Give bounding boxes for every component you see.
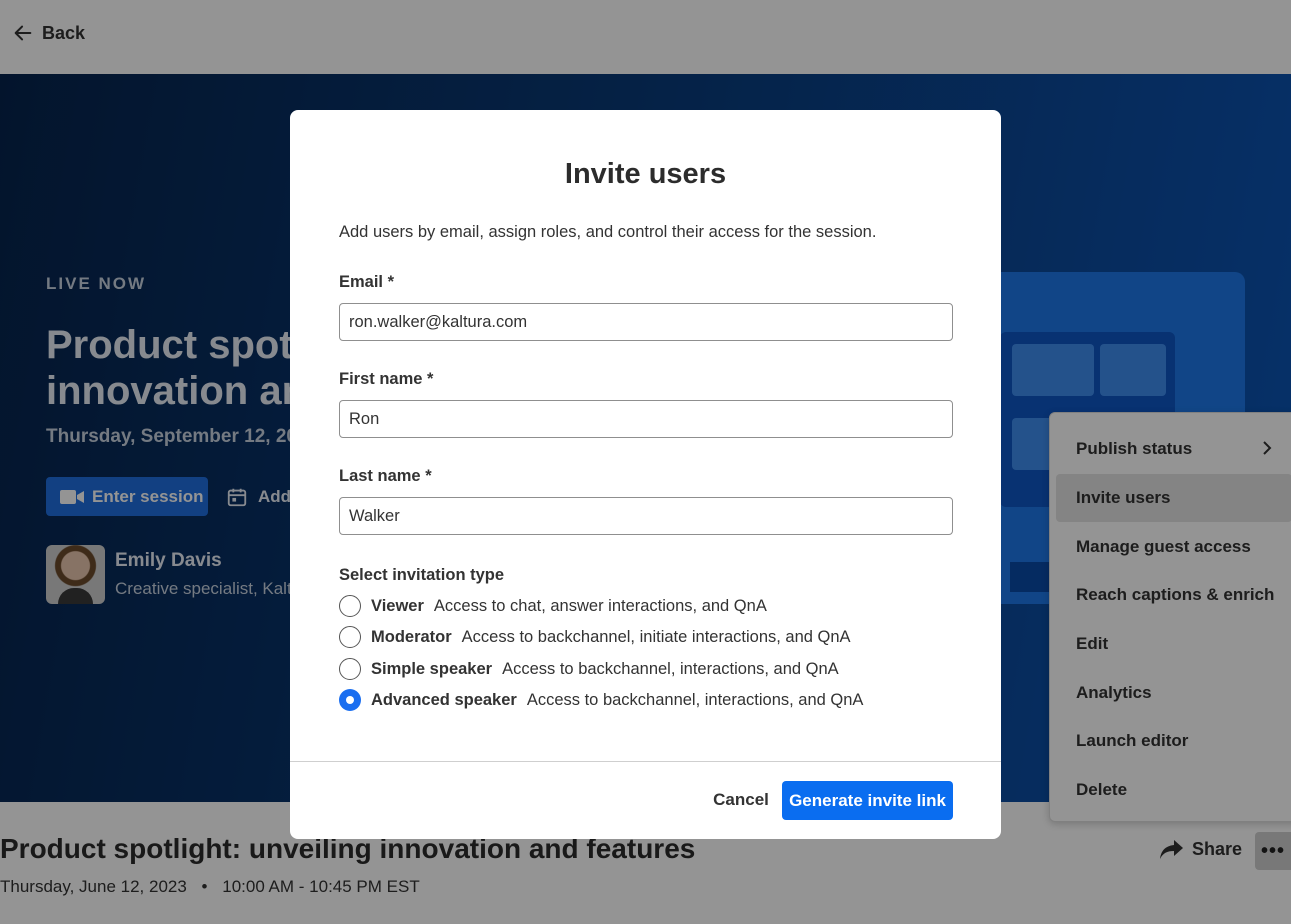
radio-button-selected[interactable]	[339, 689, 361, 711]
radio-option-description: Access to backchannel, initiate interact…	[461, 627, 851, 646]
radio-option-moderator[interactable]: Moderator Access to backchannel, initiat…	[339, 625, 851, 649]
email-field[interactable]	[339, 303, 953, 341]
dialog-title: Invite users	[564, 158, 727, 190]
invitation-type-label: Select invitation type	[339, 566, 505, 584]
last-name-label: Last name *	[339, 467, 432, 485]
radio-button[interactable]	[339, 626, 361, 648]
last-name-field[interactable]	[339, 497, 953, 535]
radio-option-description: Access to backchannel, interactions, and…	[526, 690, 864, 709]
dialog-footer-divider	[290, 761, 1001, 762]
radio-option-name: Simple speaker	[371, 659, 493, 678]
cancel-button[interactable]: Cancel	[701, 781, 781, 819]
radio-button[interactable]	[339, 658, 361, 680]
radio-option-description: Access to chat, answer interactions, and…	[433, 596, 767, 615]
radio-option-name: Moderator	[371, 627, 452, 646]
generate-invite-link-button[interactable]: Generate invite link	[782, 781, 953, 820]
radio-button[interactable]	[339, 595, 361, 617]
radio-option-name: Viewer	[371, 596, 424, 615]
radio-option-description: Access to backchannel, interactions, and…	[502, 659, 839, 678]
radio-option-advanced-speaker[interactable]: Advanced speaker Access to backchannel, …	[339, 688, 863, 712]
first-name-field[interactable]	[339, 400, 953, 438]
email-label: Email *	[339, 273, 395, 291]
invite-users-dialog: Invite users Add users by email, assign …	[290, 110, 1001, 839]
dialog-description: Add users by email, assign roles, and co…	[339, 223, 877, 241]
first-name-label: First name *	[339, 370, 434, 388]
radio-option-name: Advanced speaker	[371, 690, 517, 709]
radio-option-simple-speaker[interactable]: Simple speaker Access to backchannel, in…	[339, 657, 839, 681]
radio-option-viewer[interactable]: Viewer Access to chat, answer interactio…	[339, 594, 767, 618]
